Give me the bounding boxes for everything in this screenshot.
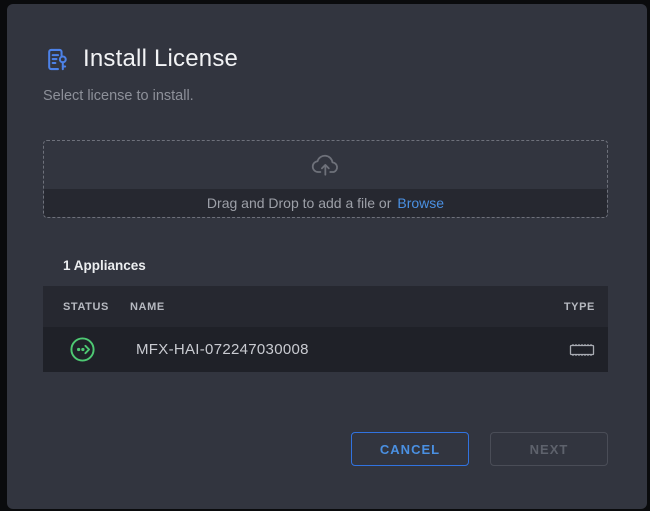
dialog-header: Install License: [43, 45, 608, 73]
cancel-button[interactable]: CANCEL: [351, 432, 469, 466]
appliance-name: MFX-HAI-072247030008: [136, 341, 569, 358]
status-connected-icon: [69, 336, 96, 363]
table-header: STATUS NAME TYPE: [43, 286, 608, 327]
cloud-upload-icon: [309, 151, 343, 179]
dropzone-caption: Drag and Drop to add a file or Browse: [44, 189, 607, 217]
appliances-table: STATUS NAME TYPE MFX-HAI-072247030008: [43, 286, 608, 372]
dropzone-prompt: Drag and Drop to add a file or: [207, 195, 391, 211]
table-row[interactable]: MFX-HAI-072247030008: [43, 327, 608, 372]
install-license-dialog: Install License Select license to instal…: [7, 4, 647, 509]
column-header-status: STATUS: [43, 301, 130, 313]
status-cell: [43, 336, 136, 363]
dialog-actions: CANCEL NEXT: [351, 432, 608, 466]
dialog-subtitle: Select license to install.: [43, 88, 608, 104]
dropzone-upload-area[interactable]: [44, 141, 607, 189]
next-button[interactable]: NEXT: [490, 432, 608, 466]
file-dropzone[interactable]: Drag and Drop to add a file or Browse: [43, 140, 608, 218]
browse-link[interactable]: Browse: [397, 195, 444, 211]
dialog-title: Install License: [83, 45, 238, 73]
license-key-icon: [43, 46, 70, 73]
column-header-type: TYPE: [564, 301, 608, 313]
appliances-count-label: 1 Appliances: [63, 258, 608, 273]
appliance-chip-icon: [569, 343, 595, 357]
column-header-name: NAME: [130, 301, 564, 313]
type-cell: [569, 343, 608, 357]
